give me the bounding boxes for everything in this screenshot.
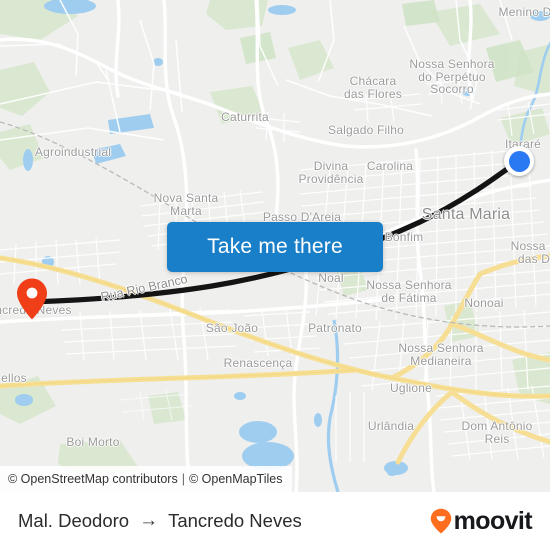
route-summary: Mal. Deodoro → Tancredo Neves [18, 510, 302, 532]
route-destination-label: Tancredo Neves [168, 510, 302, 531]
attribution-openmaptiles[interactable]: © OpenMapTiles [189, 472, 283, 486]
moovit-route-map-screen: Menino D Nossa Senhora do Perpétuo Socorr… [0, 0, 550, 550]
arrow-right-icon: → [139, 510, 159, 531]
destination-marker[interactable] [15, 277, 49, 321]
moovit-logo[interactable]: moovit [430, 506, 533, 535]
moovit-pin-icon [430, 508, 451, 534]
attribution-openstreetmap[interactable]: © OpenStreetMap contributors [8, 472, 178, 486]
origin-marker[interactable] [504, 146, 534, 176]
attribution-separator: | [181, 472, 185, 486]
map-pin-icon [17, 278, 47, 320]
footer-bar: Mal. Deodoro → Tancredo Neves moovit [0, 492, 550, 550]
map-viewport[interactable]: Menino D Nossa Senhora do Perpétuo Socorr… [0, 0, 550, 492]
route-origin-label: Mal. Deodoro [18, 510, 130, 531]
moovit-wordmark: moovit [453, 506, 533, 535]
take-me-there-button[interactable]: Take me there [167, 222, 383, 272]
map-attribution: © OpenStreetMap contributors | © OpenMap… [0, 466, 293, 492]
